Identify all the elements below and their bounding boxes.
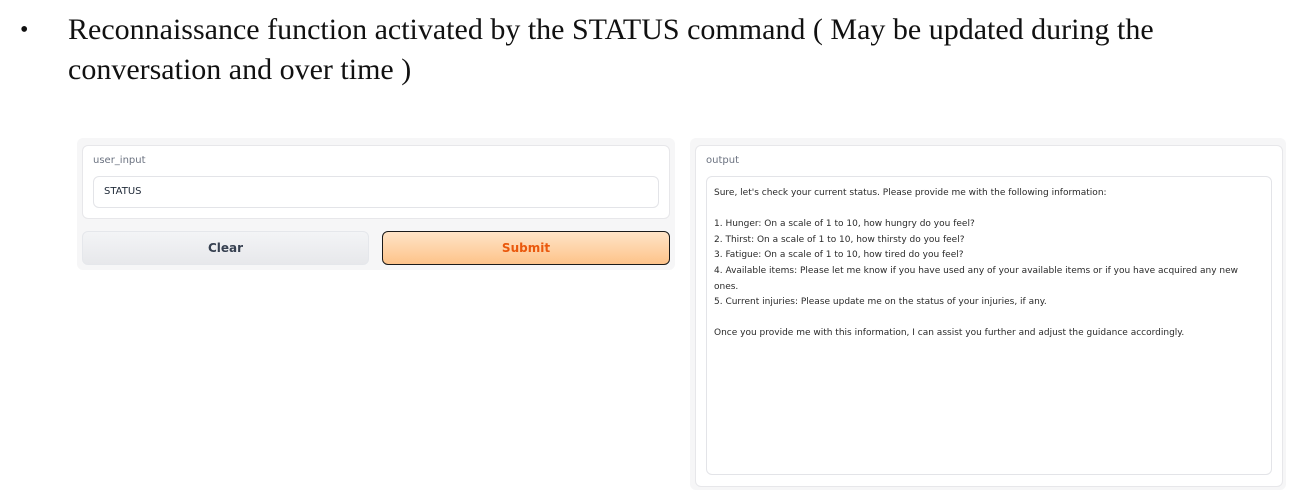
clear-button[interactable]: Clear [82, 231, 369, 265]
user-input-block: user_input STATUS [82, 145, 670, 219]
output-item-fatigue: 3. Fatigue: On a scale of 1 to 10, how t… [714, 250, 964, 261]
output-closing: Once you provide me with this informatio… [714, 328, 1185, 339]
input-panel: user_input STATUS Clear Submit [77, 138, 675, 270]
output-block: output Sure, let's check your current st… [695, 145, 1283, 487]
output-item-available-items: 4. Available items: Please let me know i… [714, 265, 1238, 292]
output-intro: Sure, let's check your current status. P… [714, 188, 1107, 198]
output-label: output [706, 155, 739, 166]
output-textarea[interactable]: Sure, let's check your current status. P… [706, 176, 1272, 475]
user-input-label: user_input [93, 155, 146, 166]
bullet-point: • [20, 17, 29, 43]
output-item-injuries: 5. Current injuries: Please update me on… [714, 297, 1047, 308]
user-input-field[interactable]: STATUS [93, 176, 659, 208]
submit-button[interactable]: Submit [382, 231, 670, 265]
output-panel: output Sure, let's check your current st… [690, 138, 1286, 490]
output-item-hunger: 1. Hunger: On a scale of 1 to 10, how hu… [714, 219, 975, 230]
document-text: Reconnaissance function activated by the… [68, 13, 1154, 86]
output-item-thirst: 2. Thirst: On a scale of 1 to 10, how th… [714, 234, 965, 245]
